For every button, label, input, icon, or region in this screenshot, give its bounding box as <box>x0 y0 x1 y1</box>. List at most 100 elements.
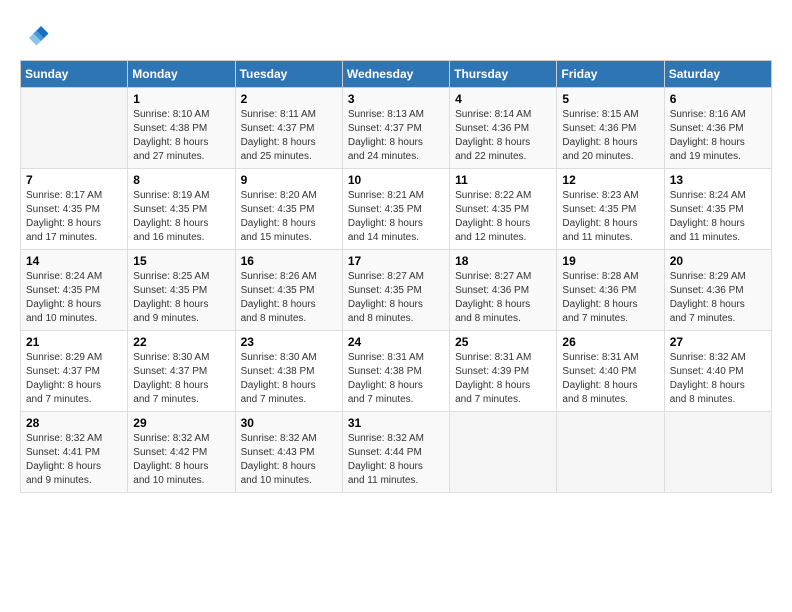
day-number: 28 <box>26 416 122 430</box>
day-number: 17 <box>348 254 444 268</box>
calendar-cell: 15Sunrise: 8:25 AM Sunset: 4:35 PM Dayli… <box>128 250 235 331</box>
day-number: 20 <box>670 254 766 268</box>
day-number: 25 <box>455 335 551 349</box>
calendar-cell: 31 Sunrise: 8:32 AM Sunset: 4:44 PM Dayli… <box>342 412 449 493</box>
day-number: 26 <box>562 335 658 349</box>
calendar-cell: 2 Sunrise: 8:11 AM Sunset: 4:37 PM Daylig… <box>235 88 342 169</box>
calendar-cell: 12Sunrise: 8:23 AM Sunset: 4:35 PM Dayli… <box>557 169 664 250</box>
header-day: Wednesday <box>342 61 449 88</box>
calendar-cell: 17 Sunrise: 8:27 AM Sunset: 4:35 PM Dayli… <box>342 250 449 331</box>
day-info: Sunrise: 8:31 AM Sunset: 4:38 PM Dayligh… <box>348 351 444 407</box>
day-info: Sunrise: 8:32 AM Sunset: 4:41 PM Dayligh… <box>26 432 122 488</box>
day-info: Sunrise: 8:13 AM Sunset: 4:37 PM Dayligh… <box>348 108 444 164</box>
calendar-table: SundayMondayTuesdayWednesdayThursdayFrid… <box>20 60 772 493</box>
calendar-cell: 5Sunrise: 8:15 AM Sunset: 4:36 PM Daylig… <box>557 88 664 169</box>
calendar-cell: 9 Sunrise: 8:20 AM Sunset: 4:35 PM Daylig… <box>235 169 342 250</box>
day-number: 19 <box>562 254 658 268</box>
calendar-week-row: 1 Sunrise: 8:10 AM Sunset: 4:38 PM Daylig… <box>21 88 772 169</box>
calendar-body: 1 Sunrise: 8:10 AM Sunset: 4:38 PM Daylig… <box>21 88 772 493</box>
calendar-cell: 3 Sunrise: 8:13 AM Sunset: 4:37 PM Daylig… <box>342 88 449 169</box>
header-day: Friday <box>557 61 664 88</box>
day-number: 12 <box>562 173 658 187</box>
calendar-cell: 1 Sunrise: 8:10 AM Sunset: 4:38 PM Daylig… <box>128 88 235 169</box>
logo <box>20 20 54 50</box>
day-info: Sunrise: 8:26 AM Sunset: 4:35 PM Dayligh… <box>241 270 337 326</box>
calendar-cell <box>557 412 664 493</box>
calendar-week-row: 28 Sunrise: 8:32 AM Sunset: 4:41 PM Dayli… <box>21 412 772 493</box>
header-row: SundayMondayTuesdayWednesdayThursdayFrid… <box>21 61 772 88</box>
day-number: 2 <box>241 92 337 106</box>
day-number: 11 <box>455 173 551 187</box>
day-info: Sunrise: 8:30 AM Sunset: 4:38 PM Dayligh… <box>241 351 337 407</box>
calendar-cell: 27Sunrise: 8:32 AM Sunset: 4:40 PM Dayli… <box>664 331 771 412</box>
day-number: 3 <box>348 92 444 106</box>
day-info: Sunrise: 8:27 AM Sunset: 4:36 PM Dayligh… <box>455 270 551 326</box>
day-number: 27 <box>670 335 766 349</box>
day-info: Sunrise: 8:21 AM Sunset: 4:35 PM Dayligh… <box>348 189 444 245</box>
day-info: Sunrise: 8:30 AM Sunset: 4:37 PM Dayligh… <box>133 351 229 407</box>
day-info: Sunrise: 8:10 AM Sunset: 4:38 PM Dayligh… <box>133 108 229 164</box>
day-info: Sunrise: 8:16 AM Sunset: 4:36 PM Dayligh… <box>670 108 766 164</box>
day-info: Sunrise: 8:19 AM Sunset: 4:35 PM Dayligh… <box>133 189 229 245</box>
day-number: 14 <box>26 254 122 268</box>
calendar-cell: 28 Sunrise: 8:32 AM Sunset: 4:41 PM Dayli… <box>21 412 128 493</box>
calendar-cell <box>664 412 771 493</box>
calendar-cell: 24 Sunrise: 8:31 AM Sunset: 4:38 PM Dayli… <box>342 331 449 412</box>
calendar-cell: 30Sunrise: 8:32 AM Sunset: 4:43 PM Dayli… <box>235 412 342 493</box>
calendar-week-row: 7Sunrise: 8:17 AM Sunset: 4:35 PM Daylig… <box>21 169 772 250</box>
day-info: Sunrise: 8:27 AM Sunset: 4:35 PM Dayligh… <box>348 270 444 326</box>
calendar-cell: 11 Sunrise: 8:22 AM Sunset: 4:35 PM Dayli… <box>450 169 557 250</box>
day-number: 9 <box>241 173 337 187</box>
header-day: Saturday <box>664 61 771 88</box>
calendar-cell: 22Sunrise: 8:30 AM Sunset: 4:37 PM Dayli… <box>128 331 235 412</box>
calendar-cell: 14 Sunrise: 8:24 AM Sunset: 4:35 PM Dayli… <box>21 250 128 331</box>
calendar-header: SundayMondayTuesdayWednesdayThursdayFrid… <box>21 61 772 88</box>
day-number: 31 <box>348 416 444 430</box>
calendar-cell: 29Sunrise: 8:32 AM Sunset: 4:42 PM Dayli… <box>128 412 235 493</box>
day-number: 23 <box>241 335 337 349</box>
day-number: 18 <box>455 254 551 268</box>
calendar-cell: 4Sunrise: 8:14 AM Sunset: 4:36 PM Daylig… <box>450 88 557 169</box>
day-number: 13 <box>670 173 766 187</box>
day-info: Sunrise: 8:29 AM Sunset: 4:36 PM Dayligh… <box>670 270 766 326</box>
calendar-cell <box>450 412 557 493</box>
logo-icon <box>20 20 50 50</box>
header-day: Thursday <box>450 61 557 88</box>
day-number: 16 <box>241 254 337 268</box>
day-info: Sunrise: 8:14 AM Sunset: 4:36 PM Dayligh… <box>455 108 551 164</box>
day-info: Sunrise: 8:25 AM Sunset: 4:35 PM Dayligh… <box>133 270 229 326</box>
day-number: 24 <box>348 335 444 349</box>
calendar-cell: 21 Sunrise: 8:29 AM Sunset: 4:37 PM Dayli… <box>21 331 128 412</box>
header-day: Sunday <box>21 61 128 88</box>
day-info: Sunrise: 8:29 AM Sunset: 4:37 PM Dayligh… <box>26 351 122 407</box>
calendar-cell: 10 Sunrise: 8:21 AM Sunset: 4:35 PM Dayli… <box>342 169 449 250</box>
day-number: 21 <box>26 335 122 349</box>
calendar-cell: 20 Sunrise: 8:29 AM Sunset: 4:36 PM Dayli… <box>664 250 771 331</box>
day-info: Sunrise: 8:28 AM Sunset: 4:36 PM Dayligh… <box>562 270 658 326</box>
day-number: 5 <box>562 92 658 106</box>
page-header <box>20 20 772 50</box>
day-number: 8 <box>133 173 229 187</box>
day-info: Sunrise: 8:22 AM Sunset: 4:35 PM Dayligh… <box>455 189 551 245</box>
day-info: Sunrise: 8:24 AM Sunset: 4:35 PM Dayligh… <box>670 189 766 245</box>
day-info: Sunrise: 8:32 AM Sunset: 4:42 PM Dayligh… <box>133 432 229 488</box>
day-info: Sunrise: 8:32 AM Sunset: 4:44 PM Dayligh… <box>348 432 444 488</box>
calendar-cell: 16 Sunrise: 8:26 AM Sunset: 4:35 PM Dayli… <box>235 250 342 331</box>
day-number: 6 <box>670 92 766 106</box>
calendar-cell: 26 Sunrise: 8:31 AM Sunset: 4:40 PM Dayli… <box>557 331 664 412</box>
calendar-cell: 19 Sunrise: 8:28 AM Sunset: 4:36 PM Dayli… <box>557 250 664 331</box>
day-info: Sunrise: 8:24 AM Sunset: 4:35 PM Dayligh… <box>26 270 122 326</box>
day-number: 30 <box>241 416 337 430</box>
day-info: Sunrise: 8:31 AM Sunset: 4:40 PM Dayligh… <box>562 351 658 407</box>
day-number: 10 <box>348 173 444 187</box>
day-info: Sunrise: 8:20 AM Sunset: 4:35 PM Dayligh… <box>241 189 337 245</box>
calendar-cell: 18 Sunrise: 8:27 AM Sunset: 4:36 PM Dayli… <box>450 250 557 331</box>
day-number: 1 <box>133 92 229 106</box>
calendar-cell: 23 Sunrise: 8:30 AM Sunset: 4:38 PM Dayli… <box>235 331 342 412</box>
header-day: Monday <box>128 61 235 88</box>
header-day: Tuesday <box>235 61 342 88</box>
calendar-cell: 25Sunrise: 8:31 AM Sunset: 4:39 PM Dayli… <box>450 331 557 412</box>
calendar-cell: 7Sunrise: 8:17 AM Sunset: 4:35 PM Daylig… <box>21 169 128 250</box>
day-info: Sunrise: 8:11 AM Sunset: 4:37 PM Dayligh… <box>241 108 337 164</box>
calendar-cell: 6 Sunrise: 8:16 AM Sunset: 4:36 PM Daylig… <box>664 88 771 169</box>
